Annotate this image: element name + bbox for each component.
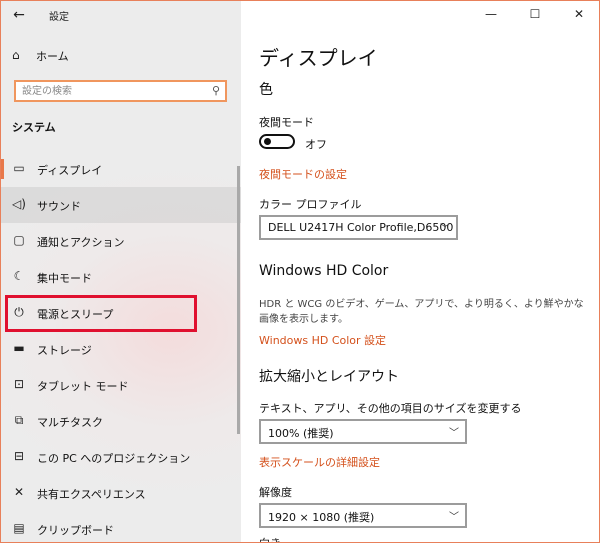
night-mode-settings-link[interactable]: 夜間モードの設定 xyxy=(259,166,347,182)
maximize-icon[interactable]: ☐ xyxy=(525,5,545,23)
section-label-system: システム xyxy=(12,121,56,134)
page-title: ディスプレイ xyxy=(259,46,378,70)
window-controls: — ☐ ✕ xyxy=(481,5,591,23)
night-mode-toggle[interactable] xyxy=(259,134,295,149)
notification-icon: ▢ xyxy=(13,233,25,247)
color-profile-label: カラー プロファイル xyxy=(259,198,362,211)
scale-layout-heading: 拡大縮小とレイアウト xyxy=(259,369,399,385)
active-indicator xyxy=(1,159,4,179)
app-title: 設定 xyxy=(49,12,69,23)
clipboard-icon: ▤ xyxy=(13,521,25,535)
scale-value: 100% (推奨) xyxy=(268,427,334,440)
speaker-icon: ◁) xyxy=(12,197,26,211)
orientation-label: 向き xyxy=(259,535,281,542)
hd-color-description: HDR と WCG のビデオ、ゲーム、アプリで、より明るく、より鮮やかな画像を表… xyxy=(259,299,584,325)
sidebar-item-tablet-mode[interactable]: ⊡ タブレット モード xyxy=(1,367,241,403)
sidebar-item-multitasking[interactable]: ⧉ マルチタスク xyxy=(1,403,241,439)
sidebar-item-label: タブレット モード xyxy=(37,380,129,393)
sidebar-item-storage[interactable]: ▬ ストレージ xyxy=(1,331,241,367)
sidebar-item-display[interactable]: ▭ ディスプレイ xyxy=(1,151,241,187)
minimize-icon[interactable]: — xyxy=(481,5,501,23)
sidebar-item-label: 集中モード xyxy=(37,272,92,285)
chevron-down-icon: ﹀ xyxy=(449,428,459,439)
scale-label: テキスト、アプリ、その他の項目のサイズを変更する xyxy=(259,402,522,415)
back-arrow-icon[interactable]: ← xyxy=(10,6,28,24)
sidebar-item-shared-experiences[interactable]: ✕ 共有エクスペリエンス xyxy=(1,475,241,511)
sidebar-item-label: 共有エクスペリエンス xyxy=(37,488,146,501)
sidebar-item-clipboard[interactable]: ▤ クリップボード xyxy=(1,511,241,542)
sidebar-scrollbar[interactable] xyxy=(237,166,240,434)
night-mode-toggle-state: オフ xyxy=(305,138,327,151)
storage-icon: ▬ xyxy=(13,341,25,355)
home-label: ホーム xyxy=(36,50,69,63)
sidebar-item-label: マルチタスク xyxy=(37,416,103,429)
sidebar-item-focus-assist[interactable]: ☾ 集中モード xyxy=(1,259,241,295)
shared-experiences-icon: ✕ xyxy=(13,485,25,499)
search-box[interactable]: ⚲ xyxy=(14,80,227,102)
section-heading-color: 色 xyxy=(259,82,273,98)
advanced-scaling-link[interactable]: 表示スケールの詳細設定 xyxy=(259,454,380,470)
night-mode-label: 夜間モード xyxy=(259,116,314,129)
sidebar-item-label: 通知とアクション xyxy=(37,236,125,249)
chevron-down-icon: ﹀ xyxy=(440,224,450,235)
hd-color-heading: Windows HD Color xyxy=(259,263,389,279)
moon-icon: ☾ xyxy=(13,269,25,283)
monitor-icon: ▭ xyxy=(13,161,25,175)
sidebar-item-label: この PC へのプロジェクション xyxy=(37,452,191,465)
projection-icon: ⊟ xyxy=(13,449,25,463)
resolution-dropdown[interactable]: 1920 × 1080 (推奨) ﹀ xyxy=(259,503,467,528)
sidebar-item-label: ディスプレイ xyxy=(37,164,103,177)
color-profile-dropdown[interactable]: DELL U2417H Color Profile,D6500 ﹀ xyxy=(259,215,458,240)
search-input[interactable] xyxy=(22,84,202,98)
close-icon[interactable]: ✕ xyxy=(569,5,589,23)
resolution-value: 1920 × 1080 (推奨) xyxy=(268,511,375,524)
multitask-icon: ⧉ xyxy=(14,413,24,427)
sidebar: ← 設定 ⌂ ホーム ⚲ システム ▭ ディスプレイ ◁) サウンド ▢ 通知 xyxy=(1,1,241,542)
sidebar-item-label: クリップボード xyxy=(37,524,114,537)
toggle-knob xyxy=(264,138,271,145)
main-content: — ☐ ✕ ディスプレイ 色 夜間モード オフ 夜間モードの設定 カラー プロフ… xyxy=(242,1,599,542)
sidebar-item-projection[interactable]: ⊟ この PC へのプロジェクション xyxy=(1,439,241,475)
sidebar-item-notifications[interactable]: ▢ 通知とアクション xyxy=(1,223,241,259)
sidebar-item-label: ストレージ xyxy=(37,344,92,357)
sidebar-item-sound[interactable]: ◁) サウンド xyxy=(1,187,241,223)
title-bar: ← 設定 xyxy=(1,1,241,29)
resolution-label: 解像度 xyxy=(259,486,292,499)
search-icon[interactable]: ⚲ xyxy=(212,84,220,97)
home-link[interactable]: ⌂ ホーム xyxy=(1,45,241,67)
color-profile-value: DELL U2417H Color Profile,D6500 xyxy=(268,221,454,234)
home-icon: ⌂ xyxy=(12,48,20,62)
chevron-down-icon: ﹀ xyxy=(449,512,459,523)
settings-window: ← 設定 ⌂ ホーム ⚲ システム ▭ ディスプレイ ◁) サウンド ▢ 通知 xyxy=(0,0,600,543)
sidebar-item-label: サウンド xyxy=(37,200,81,213)
highlight-annotation-box xyxy=(5,295,197,332)
hd-color-settings-link[interactable]: Windows HD Color 設定 xyxy=(259,332,386,348)
scale-dropdown[interactable]: 100% (推奨) ﹀ xyxy=(259,419,467,444)
tablet-icon: ⊡ xyxy=(13,377,25,391)
